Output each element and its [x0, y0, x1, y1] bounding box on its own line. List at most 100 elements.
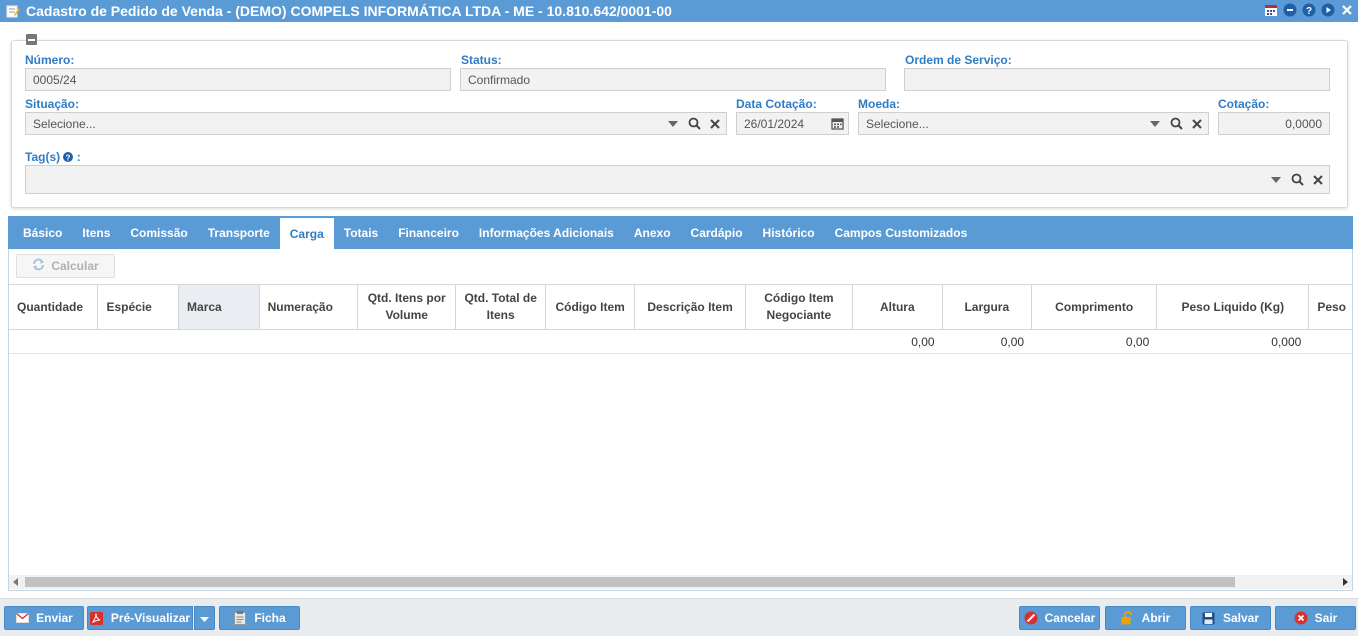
- cancel-icon: [1024, 611, 1038, 625]
- column-header[interactable]: Código Item: [546, 285, 636, 329]
- clear-icon[interactable]: [1190, 117, 1204, 131]
- column-header[interactable]: Código Item Negociante: [746, 285, 854, 329]
- column-header[interactable]: Peso Liquido (Kg): [1157, 285, 1310, 329]
- tab-bar: Básico Itens Comissão Transporte Carga T…: [8, 216, 1353, 249]
- column-header[interactable]: Comprimento: [1032, 285, 1158, 329]
- play-icon[interactable]: [1320, 2, 1335, 17]
- tab-informacoes-adicionais[interactable]: Informações Adicionais: [469, 218, 624, 247]
- tab-transporte[interactable]: Transporte: [198, 218, 280, 247]
- refresh-icon: [32, 258, 45, 274]
- column-header[interactable]: Largura: [943, 285, 1033, 329]
- title-bar: Cadastro de Pedido de Venda - (DEMO) COM…: [0, 0, 1358, 22]
- cell-comprimento: 0,00: [1125, 334, 1150, 349]
- cotacao-value: 0,0000: [1285, 116, 1322, 131]
- table-row[interactable]: 0,00 0,00 0,00 0,000: [9, 330, 1352, 354]
- enviar-label: Enviar: [36, 611, 73, 625]
- column-header[interactable]: Descrição Item: [635, 285, 746, 329]
- cotacao-label: Cotação:: [1218, 97, 1270, 111]
- ficha-button[interactable]: Ficha: [219, 606, 300, 630]
- tab-carga[interactable]: Carga: [279, 218, 334, 249]
- cotacao-field[interactable]: 0,0000: [1218, 112, 1330, 135]
- tags-label-text: Tag(s): [25, 150, 61, 164]
- clear-icon[interactable]: [1311, 173, 1325, 187]
- tags-label: Tag(s) ? :: [25, 150, 81, 165]
- cancelar-label: Cancelar: [1044, 611, 1096, 625]
- abrir-button[interactable]: Abrir: [1105, 606, 1186, 630]
- enviar-button[interactable]: Enviar: [4, 606, 84, 630]
- tab-campos-customizados[interactable]: Campos Customizados: [825, 218, 978, 247]
- column-header[interactable]: Numeração: [260, 285, 358, 329]
- status-value: Confirmado: [468, 72, 531, 87]
- tags-field[interactable]: [25, 165, 1330, 194]
- column-header[interactable]: Altura: [853, 285, 943, 329]
- data-cotacao-field[interactable]: 26/01/2024: [736, 112, 849, 135]
- cell: [546, 330, 635, 353]
- svg-text:?: ?: [1305, 6, 1311, 17]
- situacao-select[interactable]: Selecione...: [25, 112, 727, 135]
- chevron-down-icon[interactable]: [1269, 173, 1283, 187]
- cell-largura: 0,00: [1000, 334, 1025, 349]
- moeda-label: Moeda:: [858, 97, 900, 111]
- tab-itens[interactable]: Itens: [72, 218, 120, 247]
- column-header[interactable]: Qtd. Total de Itens: [456, 285, 546, 329]
- exit-icon: [1294, 611, 1308, 625]
- chevron-down-icon: [200, 611, 209, 625]
- cell: [358, 330, 456, 353]
- salvar-button[interactable]: Salvar: [1190, 606, 1271, 630]
- pre-visualizar-button[interactable]: Pré-Visualizar: [87, 606, 193, 630]
- moeda-select[interactable]: Selecione...: [858, 112, 1209, 135]
- status-field[interactable]: Confirmado: [460, 68, 886, 91]
- ordem-servico-label: Ordem de Serviço:: [905, 53, 1012, 67]
- pre-visualizar-dropdown-button[interactable]: [194, 606, 215, 630]
- column-header[interactable]: Espécie: [98, 285, 180, 329]
- horizontal-scrollbar[interactable]: [9, 575, 1352, 589]
- tab-totais[interactable]: Totais: [334, 218, 388, 247]
- situacao-label: Situação:: [25, 97, 80, 111]
- calendar-icon[interactable]: [1263, 2, 1278, 17]
- tab-basico[interactable]: Básico: [13, 218, 72, 247]
- tab-comissao[interactable]: Comissão: [120, 218, 197, 247]
- calcular-button[interactable]: Calcular: [16, 254, 115, 278]
- search-icon[interactable]: [1169, 117, 1183, 131]
- column-header[interactable]: Peso: [1309, 285, 1352, 329]
- sair-button[interactable]: Sair: [1275, 606, 1356, 630]
- cancelar-button[interactable]: Cancelar: [1019, 606, 1100, 630]
- window-title: Cadastro de Pedido de Venda - (DEMO) COM…: [26, 3, 672, 19]
- minimize-icon[interactable]: [1282, 2, 1297, 17]
- tab-financeiro[interactable]: Financeiro: [388, 218, 469, 247]
- scroll-right-arrow-icon[interactable]: [1343, 578, 1348, 586]
- tab-historico[interactable]: Histórico: [753, 218, 825, 247]
- ordem-servico-field[interactable]: [904, 68, 1330, 91]
- help-icon[interactable]: ?: [1301, 2, 1316, 17]
- chevron-down-icon[interactable]: [1148, 117, 1162, 131]
- chevron-down-icon[interactable]: [666, 117, 680, 131]
- calendar-icon[interactable]: [830, 117, 844, 131]
- help-icon[interactable]: ?: [63, 151, 74, 165]
- clipboard-icon: [233, 611, 247, 625]
- data-cotacao-label: Data Cotação:: [736, 97, 817, 111]
- column-header[interactable]: Marca: [179, 285, 260, 329]
- numero-value: 0005/24: [33, 72, 77, 87]
- search-icon[interactable]: [687, 117, 701, 131]
- moeda-value: Selecione...: [866, 116, 929, 131]
- close-icon[interactable]: [1339, 2, 1354, 17]
- abrir-label: Abrir: [1141, 611, 1171, 625]
- numero-field[interactable]: 0005/24: [25, 68, 451, 91]
- column-header[interactable]: Quantidade: [9, 285, 99, 329]
- cell: [179, 330, 260, 353]
- scroll-left-arrow-icon[interactable]: [13, 578, 18, 586]
- tab-anexo[interactable]: Anexo: [624, 218, 681, 247]
- numero-label: Número:: [25, 53, 75, 67]
- scrollbar-thumb[interactable]: [25, 577, 1235, 587]
- carga-grid: Quantidade Espécie Marca Numeração Qtd. …: [9, 284, 1352, 354]
- calcular-label: Calcular: [51, 259, 99, 273]
- search-icon[interactable]: [1290, 173, 1304, 187]
- pdf-icon: [90, 611, 104, 625]
- cell: [1309, 330, 1352, 353]
- collapse-panel-button[interactable]: [26, 34, 37, 45]
- column-header[interactable]: Qtd. Itens por Volume: [358, 285, 457, 329]
- edit-note-icon: [6, 4, 20, 18]
- clear-icon[interactable]: [708, 117, 722, 131]
- tab-cardapio[interactable]: Cardápio: [681, 218, 753, 247]
- cell: [746, 330, 853, 353]
